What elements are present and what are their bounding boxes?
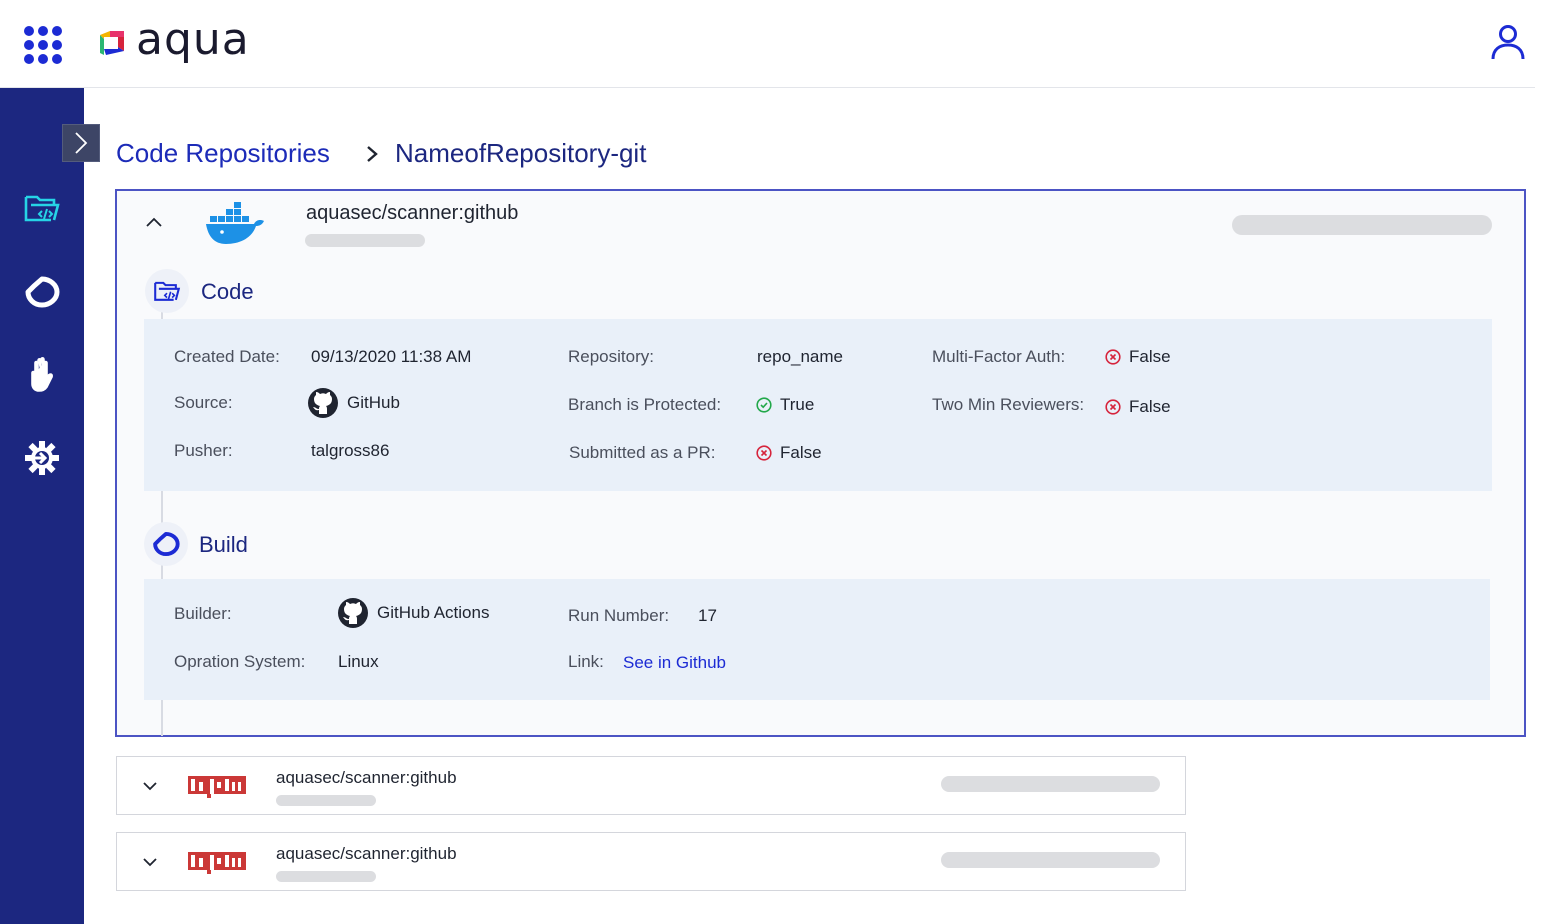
- chevron-down-icon: [143, 782, 157, 791]
- docker-icon: [206, 202, 264, 244]
- collapsed-artifact-title: aquasec/scanner:github: [276, 768, 457, 787]
- expand-card-button[interactable]: [138, 774, 162, 798]
- build-section-title: Build: [199, 532, 248, 557]
- created-date-label: Created Date:: [174, 347, 280, 366]
- pipeline-loop-icon: [25, 276, 60, 308]
- breadcrumb-code-repositories[interactable]: Code Repositories: [116, 138, 330, 169]
- see-in-github-link[interactable]: See in Github: [623, 653, 726, 673]
- skeleton-placeholder: [941, 852, 1160, 868]
- skeleton-placeholder: [1232, 215, 1492, 235]
- expand-card-button[interactable]: [138, 850, 162, 874]
- x-circle-icon: [1105, 349, 1121, 365]
- branch-protected-value: True: [780, 395, 815, 414]
- user-profile-icon[interactable]: [1488, 22, 1528, 62]
- os-label: Opration System:: [174, 652, 306, 671]
- npm-icon: [188, 776, 246, 798]
- source-value: GitHub: [347, 393, 400, 412]
- code-folder-icon: [24, 195, 60, 222]
- run-number-value: 17: [698, 606, 717, 625]
- build-section-icon-badge: [144, 522, 188, 566]
- sidebar-item-build[interactable]: [22, 272, 62, 312]
- apps-grid-icon[interactable]: [24, 26, 62, 64]
- chevron-down-icon: [143, 858, 157, 867]
- github-icon: [338, 598, 368, 628]
- os-value: Linux: [338, 652, 379, 671]
- pipeline-loop-icon: [153, 531, 180, 557]
- collapse-card-button[interactable]: [142, 210, 166, 234]
- top-bar-divider: [0, 87, 1535, 88]
- run-number-label: Run Number:: [568, 606, 670, 625]
- skeleton-placeholder: [276, 871, 376, 882]
- source-label: Source:: [174, 393, 233, 412]
- submitted-pr-value: False: [780, 443, 822, 462]
- mfa-label: Multi-Factor Auth:: [932, 347, 1066, 366]
- two-min-reviewers-value: False: [1129, 397, 1171, 416]
- hand-stop-icon: [31, 356, 53, 392]
- gear-arrow-icon: [25, 441, 59, 475]
- created-date-value: 09/13/2020 11:38 AM: [311, 347, 472, 366]
- skeleton-placeholder: [276, 795, 376, 806]
- builder-value: GitHub Actions: [377, 603, 490, 622]
- x-circle-icon: [756, 445, 772, 461]
- code-section-icon-badge: [145, 269, 189, 313]
- top-bar: aqua: [0, 0, 1551, 88]
- branch-protected-label: Branch is Protected:: [568, 395, 722, 414]
- npm-icon: [188, 852, 246, 874]
- pusher-value: talgross86: [311, 441, 390, 460]
- skeleton-placeholder: [305, 234, 425, 247]
- skeleton-placeholder: [941, 776, 1160, 792]
- link-label: Link:: [568, 652, 604, 671]
- breadcrumb-current-repository: NameofRepository-git: [395, 138, 647, 168]
- breadcrumb-separator-icon: [367, 146, 378, 162]
- collapsed-artifact-title: aquasec/scanner:github: [276, 844, 457, 863]
- code-folder-icon: [154, 281, 181, 301]
- builder-label: Builder:: [174, 604, 232, 623]
- aqua-logo[interactable]: aqua: [96, 16, 250, 70]
- pusher-label: Pusher:: [174, 441, 233, 460]
- sidebar-expand-button[interactable]: [62, 124, 100, 162]
- mfa-value: False: [1129, 347, 1171, 366]
- artifact-title: aquasec/scanner:github: [306, 202, 519, 224]
- x-circle-icon: [1105, 399, 1121, 415]
- aqua-logo-mark-icon: [100, 31, 124, 55]
- repository-label: Repository:: [568, 347, 654, 366]
- sidebar-item-runtime[interactable]: [22, 438, 62, 478]
- chevron-right-icon: [75, 132, 88, 154]
- repository-value: repo_name: [757, 347, 844, 366]
- sidebar-item-deploy[interactable]: [22, 354, 62, 394]
- chevron-up-icon: [146, 217, 162, 227]
- submitted-pr-label: Submitted as a PR:: [569, 443, 716, 462]
- sidebar-item-code[interactable]: [22, 188, 62, 228]
- github-icon: [308, 388, 338, 418]
- code-section-title: Code: [201, 279, 254, 304]
- check-circle-icon: [756, 397, 772, 413]
- logo-text: aqua: [136, 14, 250, 65]
- two-min-reviewers-label: Two Min Reviewers:: [932, 395, 1085, 414]
